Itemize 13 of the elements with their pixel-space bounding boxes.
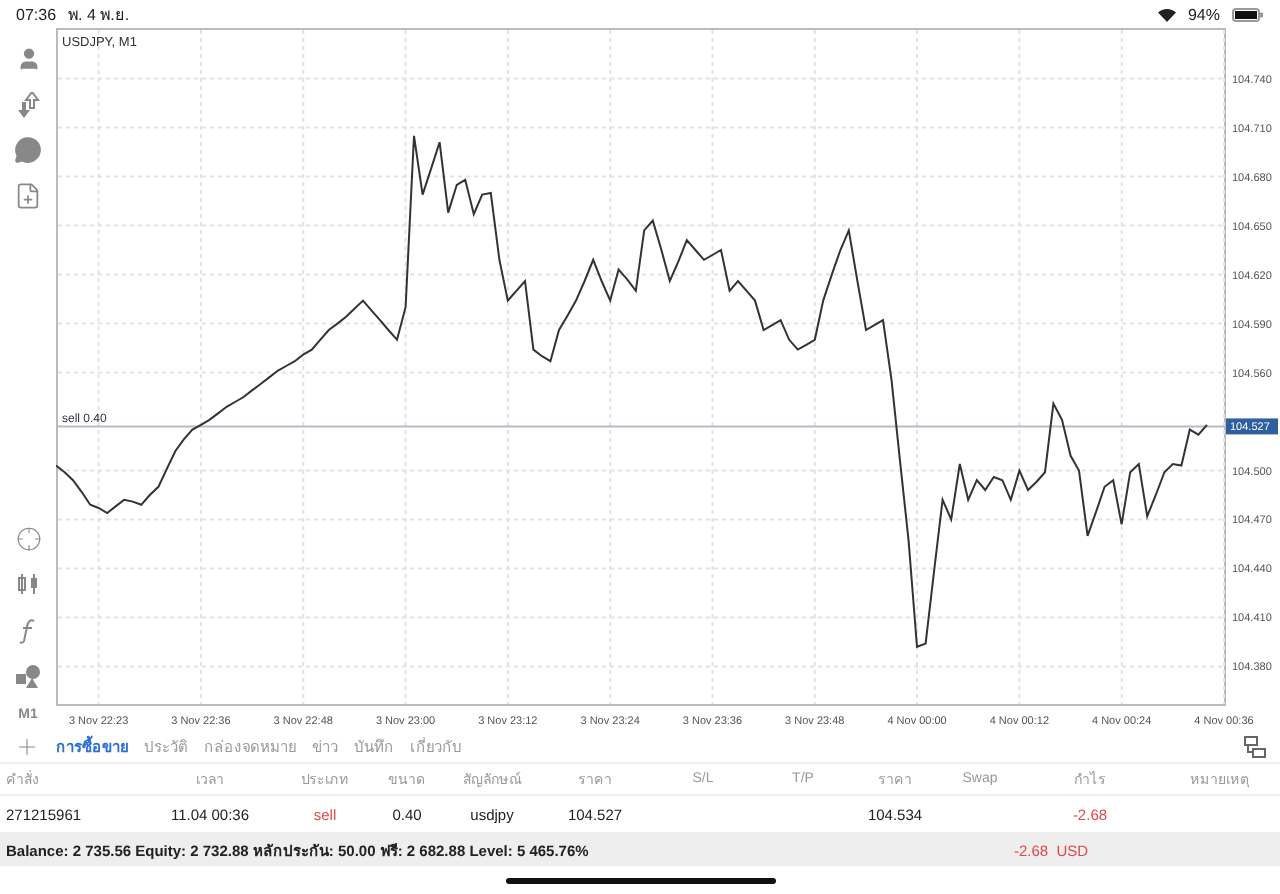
crosshair-icon[interactable] [14,524,42,552]
home-indicator[interactable] [505,877,775,883]
layout-icon[interactable] [1240,732,1268,760]
trade-arrows-icon[interactable] [14,90,42,118]
date-text: พ. 4 พ.ย. [68,3,130,27]
battery-icon [1232,7,1264,21]
battery-percent: 94% [1187,5,1220,23]
clock-time: 07:36 [16,5,57,23]
chat-icon[interactable] [14,136,42,164]
wifi-icon [1157,7,1176,21]
candlestick-icon[interactable] [14,570,42,598]
shapes-icon[interactable] [14,662,42,690]
new-document-icon[interactable] [14,182,42,210]
